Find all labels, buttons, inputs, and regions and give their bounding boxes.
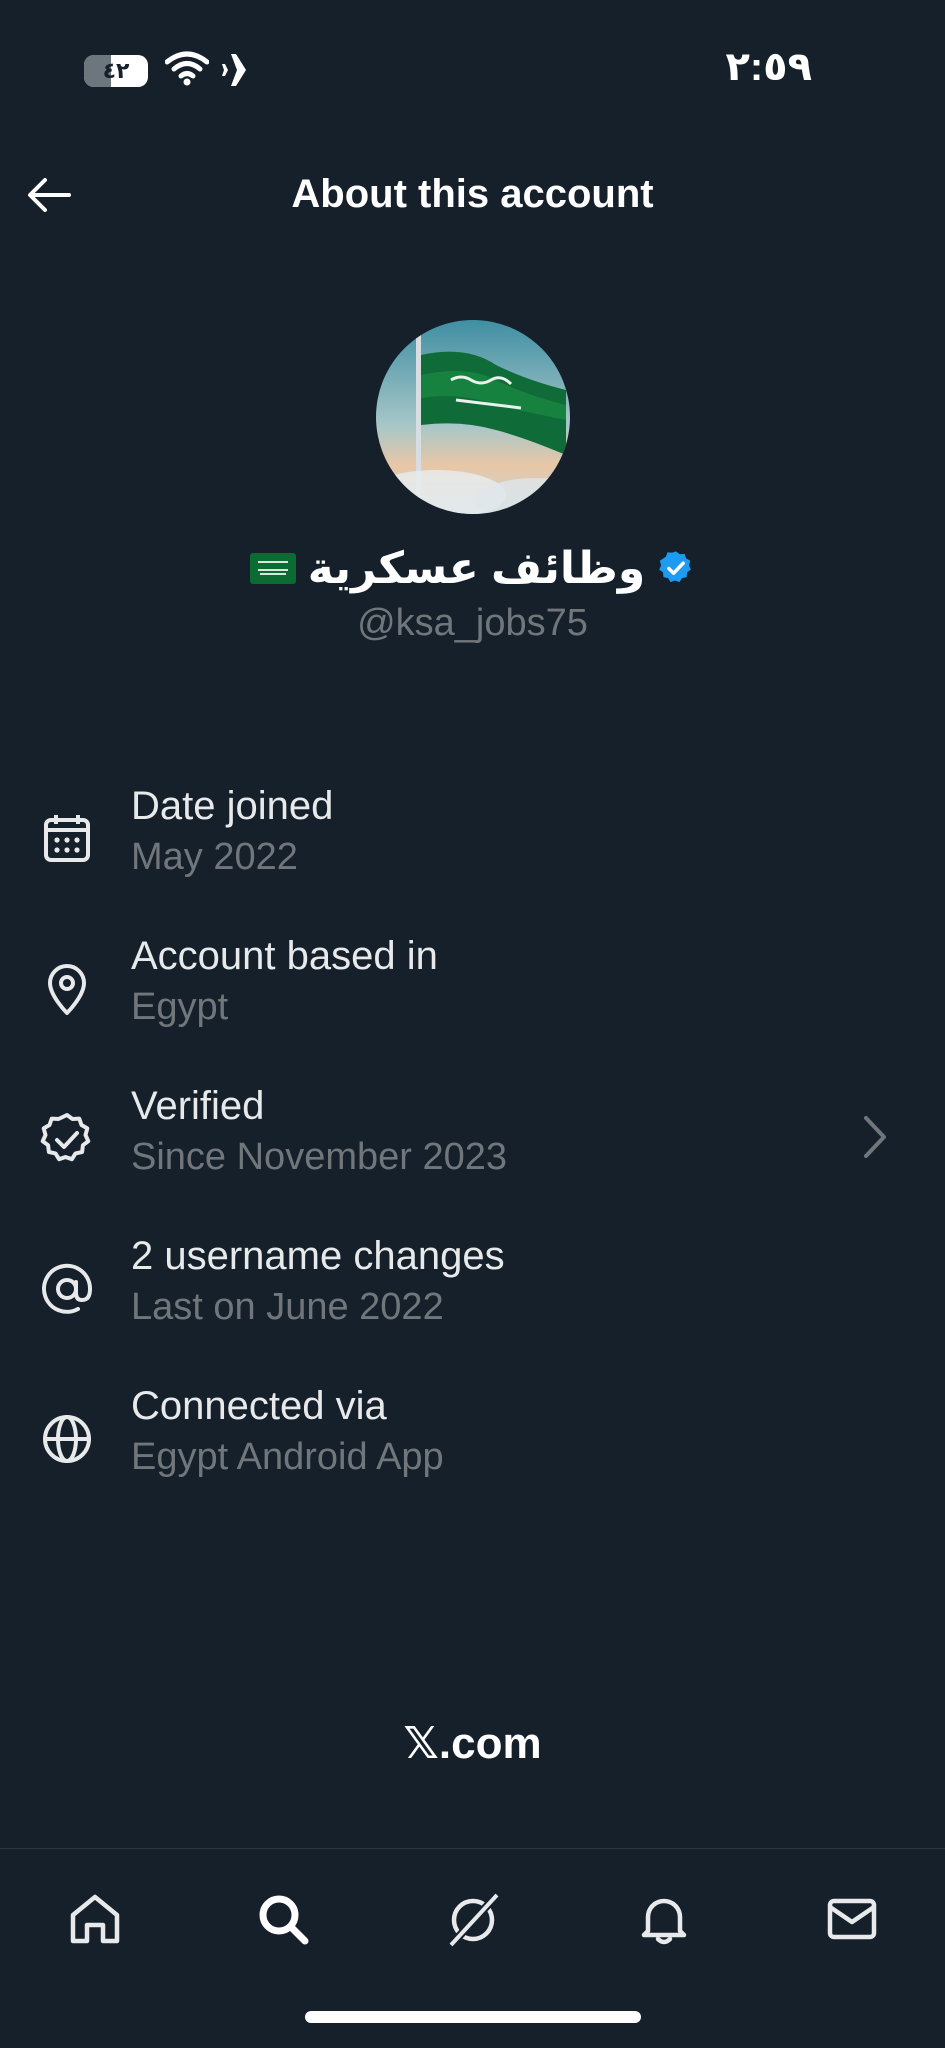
display-name: وظائف عسكرية (307, 543, 646, 593)
info-subtitle: Egypt (131, 986, 229, 1028)
nav-search-button[interactable] (243, 1879, 323, 1959)
nav-home-button[interactable] (55, 1879, 135, 1959)
page-title: About this account (291, 172, 654, 216)
brand-link[interactable]: 𝕏.com (0, 1718, 945, 1769)
messages-mail-icon (827, 1898, 877, 1940)
avatar[interactable] (376, 320, 570, 514)
battery-icon: ٤٢ (84, 55, 148, 87)
at-sign-icon (42, 1263, 93, 1314)
nav-grok-button[interactable] (433, 1879, 513, 1959)
home-icon (70, 1894, 120, 1944)
info-title: 2 username changes (131, 1234, 505, 1278)
display-name-row: وظائف عسكرية (0, 538, 945, 598)
search-icon (259, 1895, 309, 1945)
info-subtitle: Last on June 2022 (131, 1286, 444, 1328)
verified-badge-icon (40, 1113, 91, 1162)
info-title: Connected via (131, 1384, 387, 1428)
calendar-icon (44, 815, 90, 862)
info-item-account-based-in: Account based in Egypt (0, 920, 945, 1050)
home-indicator[interactable] (305, 2011, 641, 2023)
status-bar: ٤٢ ٢:٥٩ (0, 0, 945, 130)
saudi-flag-icon (249, 552, 296, 584)
chevron-right-icon (864, 1116, 886, 1158)
profile-handle: @ksa_jobs75 (357, 602, 588, 644)
globe-icon (43, 1415, 91, 1463)
nav-notifications-button[interactable] (624, 1879, 704, 1959)
wifi-icon (165, 51, 209, 86)
info-item-verified[interactable]: Verified Since November 2023 (0, 1070, 945, 1200)
info-subtitle: May 2022 (131, 836, 298, 878)
status-time: ٢:٥٩ (725, 45, 812, 89)
info-subtitle: Since November 2023 (131, 1136, 507, 1178)
info-item-date-joined: Date joined May 2022 (0, 770, 945, 900)
info-title: Verified (131, 1084, 265, 1128)
location-pin-icon (48, 964, 86, 1015)
info-title: Date joined (131, 784, 334, 828)
grok-icon (448, 1892, 500, 1948)
info-item-username-changes: 2 username changes Last on June 2022 (0, 1220, 945, 1350)
airplane-mode-icon (222, 54, 262, 86)
saudi-flag-avatar-image (376, 320, 570, 514)
verified-badge-icon (659, 551, 692, 583)
info-subtitle: Egypt Android App (131, 1436, 444, 1478)
notifications-bell-icon (641, 1898, 687, 1945)
info-item-connected-via: Connected via Egypt Android App (0, 1370, 945, 1500)
battery-level: ٤٢ (102, 58, 130, 83)
nav-messages-button[interactable] (812, 1879, 892, 1959)
info-title: Account based in (131, 934, 438, 978)
